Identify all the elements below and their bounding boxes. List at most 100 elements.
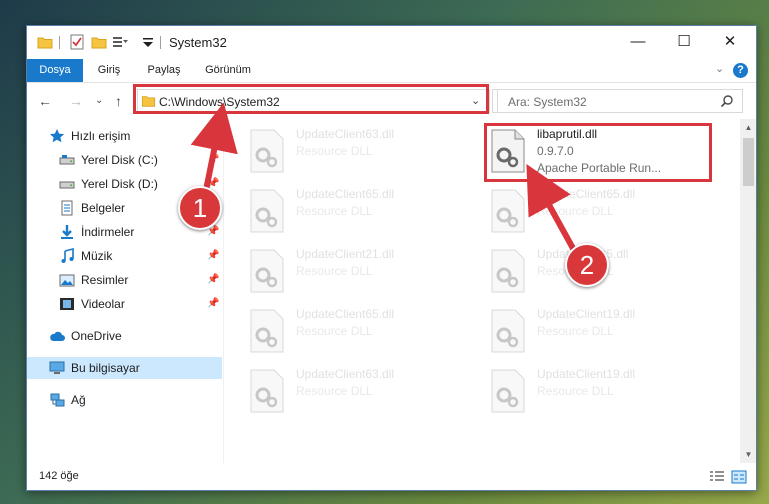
dll-file-icon	[491, 249, 525, 293]
sidebar-item-quick-access[interactable]: Hızlı erişim	[27, 125, 222, 147]
file-item[interactable]: UpdateClient19.dll Resource DLL	[489, 301, 719, 357]
scrollbar-thumb[interactable]	[743, 138, 754, 186]
sidebar-item-label: Hızlı erişim	[71, 129, 131, 143]
quick-access-dropdown-icon[interactable]	[140, 34, 156, 50]
downloads-icon	[61, 225, 73, 239]
tab-dosya[interactable]: Dosya	[27, 59, 83, 82]
tab-paylas[interactable]: Paylaş	[139, 59, 189, 82]
callout-2: 2	[565, 243, 609, 287]
pictures-icon	[59, 274, 75, 287]
sidebar-item-label: Yerel Disk (D:)	[81, 177, 158, 191]
close-button[interactable]: ✕	[707, 26, 753, 57]
file-item[interactable]: UpdateClient65.dll Resource DLL	[248, 301, 478, 357]
file-item[interactable]: UpdateClient65.dll Resource DLL	[489, 181, 719, 237]
ribbon-tabs: Dosya Giriş Paylaş Görünüm ⌄ ?	[27, 59, 756, 83]
pin-icon[interactable]: 📌	[207, 293, 219, 315]
search-box[interactable]: Ara: System32	[497, 89, 743, 113]
cloud-icon	[50, 331, 65, 341]
file-item[interactable]: UpdateClient65.dll Resource DLL	[248, 181, 478, 237]
forward-button[interactable]: →	[69, 92, 83, 110]
sidebar-item-label: Belgeler	[81, 201, 126, 215]
file-item[interactable]: UpdateClient21.dll Resource DLL	[248, 241, 478, 297]
pin-icon[interactable]: 📌	[207, 149, 219, 171]
file-item[interactable]: UpdateClient63.dll Resource DLL	[248, 121, 478, 177]
file-name: UpdateClient19.dll	[537, 307, 636, 321]
sidebar-item-label: Ağ	[71, 393, 86, 407]
dll-file-icon	[250, 129, 284, 173]
properties-icon[interactable]	[69, 34, 85, 50]
file-name: UpdateClient21.dll	[296, 247, 395, 261]
customize-toolbar-icon[interactable]	[112, 34, 128, 50]
dll-file-icon	[250, 309, 284, 353]
drive-icon	[59, 181, 75, 189]
scroll-up-icon[interactable]: ▲	[740, 119, 756, 136]
drive-icon	[59, 155, 75, 165]
pin-icon[interactable]: 📌	[207, 245, 219, 267]
music-icon	[61, 248, 74, 263]
file-description: Resource DLL	[537, 204, 614, 218]
sidebar-item-local-disk-c[interactable]: Yerel Disk (C:) 📌	[27, 149, 222, 171]
sidebar-item-label: Yerel Disk (C:)	[81, 153, 158, 167]
file-highlight-box	[484, 123, 712, 182]
sidebar-item-videos[interactable]: Videolar 📌	[27, 293, 222, 315]
file-description: Resource DLL	[296, 384, 373, 398]
search-placeholder[interactable]: Ara: System32	[508, 95, 587, 109]
recent-locations-button[interactable]: ⌄	[95, 92, 103, 110]
separator	[59, 36, 60, 49]
file-name: UpdateClient19.dll	[537, 367, 636, 381]
file-name: UpdateClient63.dll	[296, 367, 395, 381]
details-view-icon[interactable]	[709, 470, 725, 484]
search-icon	[720, 95, 733, 108]
sidebar-item-label: OneDrive	[71, 329, 122, 343]
dll-file-icon	[250, 189, 284, 233]
title-bar: System32 — ☐ ✕	[27, 26, 756, 59]
vertical-scrollbar[interactable]: ▲ ▼	[740, 119, 756, 463]
sidebar-item-music[interactable]: Müzik 📌	[27, 245, 222, 267]
dll-file-icon	[491, 309, 525, 353]
documents-icon	[61, 200, 73, 216]
sidebar-item-label: Videolar	[81, 297, 125, 311]
sidebar-item-label: Müzik	[81, 249, 113, 263]
file-description: Resource DLL	[296, 324, 373, 338]
tab-giris[interactable]: Giriş	[87, 59, 131, 82]
sidebar-item-label: Resimler	[81, 273, 129, 287]
back-button[interactable]: ←	[38, 92, 52, 110]
file-name: UpdateClient65.dll	[296, 187, 395, 201]
sidebar-item-network[interactable]: Ağ	[27, 389, 222, 411]
maximize-button[interactable]: ☐	[661, 26, 707, 57]
file-description: Resource DLL	[537, 384, 614, 398]
folder-icon	[37, 37, 53, 49]
help-icon[interactable]: ?	[733, 63, 748, 78]
file-name: UpdateClient63.dll	[296, 127, 395, 141]
scroll-down-icon[interactable]: ▼	[740, 446, 756, 463]
file-item[interactable]: UpdateClient63.dll Resource DLL	[248, 361, 478, 417]
computer-icon	[49, 361, 65, 374]
sidebar-item-pictures[interactable]: Resimler 📌	[27, 269, 222, 291]
dll-file-icon	[250, 249, 284, 293]
navigation-pane: Hızlı erişim Yerel Disk (C:) 📌 Yerel Dis…	[27, 119, 223, 463]
file-description: Resource DLL	[296, 264, 373, 278]
tiles-view-icon[interactable]	[731, 470, 747, 484]
window-title: System32	[169, 35, 227, 50]
sidebar-item-this-pc[interactable]: Bu bilgisayar	[27, 357, 222, 379]
file-name: UpdateClient65.dll	[296, 307, 395, 321]
minimize-button[interactable]: —	[615, 26, 661, 57]
callout-1: 1	[178, 186, 222, 230]
dll-file-icon	[250, 369, 284, 413]
expand-ribbon-icon[interactable]: ⌄	[715, 62, 724, 75]
videos-icon	[60, 298, 74, 310]
pin-icon[interactable]: 📌	[207, 269, 219, 291]
separator	[160, 36, 161, 49]
sidebar-item-onedrive[interactable]: OneDrive	[27, 325, 222, 347]
file-description: Resource DLL	[296, 144, 373, 158]
file-description: Resource DLL	[537, 324, 614, 338]
address-highlight-box	[133, 84, 489, 114]
network-icon	[50, 393, 65, 407]
file-name: UpdateClient65.dll	[537, 187, 636, 201]
up-button[interactable]: ↑	[115, 92, 122, 110]
sidebar-item-label: Bu bilgisayar	[71, 361, 140, 375]
file-item[interactable]: UpdateClient19.dll Resource DLL	[489, 361, 719, 417]
dll-file-icon	[491, 369, 525, 413]
tab-gorunum[interactable]: Görünüm	[197, 59, 259, 82]
new-folder-icon[interactable]	[91, 34, 107, 50]
